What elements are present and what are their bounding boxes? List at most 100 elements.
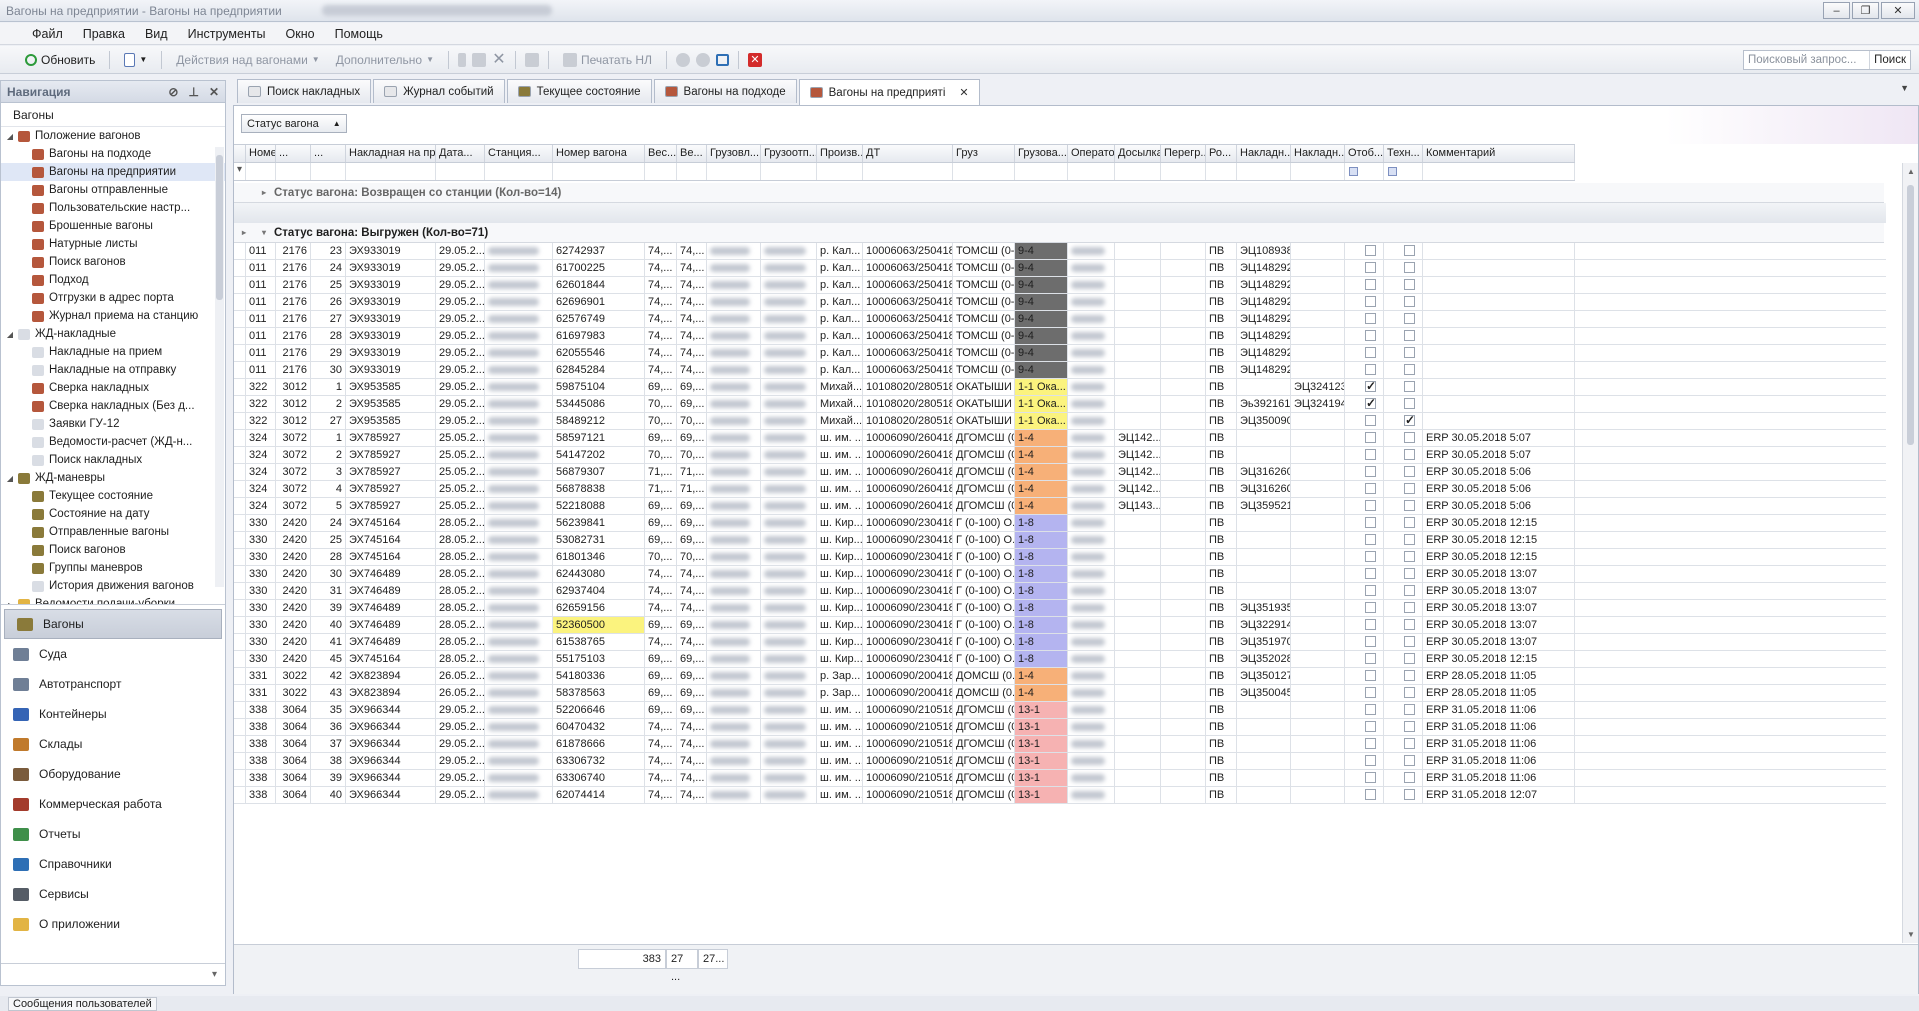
table-cell[interactable]: 1-4 [1015, 430, 1068, 446]
table-cell[interactable]: 54180336 [553, 668, 645, 684]
table-cell[interactable]: 29 [311, 345, 346, 361]
table-cell[interactable]: ПВ [1206, 413, 1237, 429]
table-cell[interactable]: 3012 [276, 396, 311, 412]
table-cell[interactable] [1161, 566, 1206, 582]
table-cell[interactable]: ЭХ746489 [346, 634, 436, 650]
table-cell[interactable]: 2176 [276, 311, 311, 327]
table-row[interactable]: 330 2420 40 ЭХ746489 28.05.2... 52360500 69,..… [234, 617, 1886, 634]
table-cell[interactable]: 74,... [645, 634, 677, 650]
table-cell[interactable] [1161, 736, 1206, 752]
table-cell[interactable]: 55175103 [553, 651, 645, 667]
table-cell[interactable]: ЭЦ350090 [1237, 413, 1291, 429]
table-cell[interactable]: 74,... [645, 260, 677, 276]
table-cell[interactable]: 10006063/250418... [863, 260, 953, 276]
table-cell[interactable] [1068, 583, 1115, 599]
row-checkbox[interactable] [1365, 313, 1376, 324]
table-cell[interactable]: 9-4 [1015, 311, 1068, 327]
table-cell[interactable]: 4 [311, 481, 346, 497]
table-cell[interactable]: ЭХ785927 [346, 498, 436, 514]
table-cell[interactable] [1237, 379, 1291, 395]
row-checkbox[interactable] [1404, 619, 1415, 630]
table-cell[interactable]: ДГОМСШ (0-... [953, 719, 1015, 735]
table-cell[interactable] [1237, 583, 1291, 599]
table-cell[interactable] [707, 277, 761, 293]
row-checkbox[interactable] [1404, 483, 1415, 494]
print-nl-button[interactable]: Печатать НЛ [558, 51, 657, 69]
table-cell[interactable] [761, 617, 817, 633]
table-cell[interactable] [707, 464, 761, 480]
table-cell[interactable]: 10006090/230418... [863, 549, 953, 565]
table-cell[interactable] [1291, 413, 1345, 429]
column-header[interactable]: Накладная на прием [346, 145, 436, 162]
table-cell[interactable] [1115, 328, 1161, 344]
table-cell[interactable]: 011 [246, 277, 276, 293]
table-cell[interactable] [707, 294, 761, 310]
column-header[interactable]: Оператор [1068, 145, 1115, 162]
row-checkbox[interactable] [1365, 653, 1376, 664]
row-checkbox[interactable] [1365, 619, 1376, 630]
table-cell[interactable]: 330 [246, 583, 276, 599]
table-cell[interactable] [485, 447, 553, 463]
table-cell[interactable] [707, 413, 761, 429]
table-cell[interactable] [761, 379, 817, 395]
category-item[interactable]: Отчеты [1, 819, 225, 849]
row-checkbox[interactable] [1365, 602, 1376, 613]
table-cell[interactable] [1161, 549, 1206, 565]
row-checkbox[interactable] [1404, 449, 1415, 460]
table-cell[interactable]: 1 [311, 379, 346, 395]
row-checkbox[interactable] [1365, 466, 1376, 477]
table-cell[interactable]: 10006090/230418... [863, 617, 953, 633]
table-cell[interactable]: 28.05.2... [436, 583, 485, 599]
table-cell[interactable] [1237, 753, 1291, 769]
table-cell[interactable]: 28.05.2... [436, 600, 485, 616]
table-cell[interactable] [707, 498, 761, 514]
table-cell[interactable] [761, 583, 817, 599]
table-cell[interactable]: ш. Кир... [817, 583, 863, 599]
table-cell[interactable]: 011 [246, 311, 276, 327]
table-cell[interactable] [485, 430, 553, 446]
row-checkbox[interactable] [1365, 585, 1376, 596]
table-cell[interactable]: 29.05.2... [436, 345, 485, 361]
table-cell[interactable] [1068, 668, 1115, 684]
table-cell[interactable]: ш. им. ... [817, 787, 863, 803]
tree-item[interactable]: Сверка накладных [1, 379, 225, 397]
table-cell[interactable]: 74,... [677, 328, 707, 344]
table-cell[interactable]: 74,... [677, 719, 707, 735]
table-cell[interactable]: 74,... [645, 243, 677, 259]
table-cell[interactable]: 25.05.2... [436, 498, 485, 514]
table-row[interactable]: 011 2176 24 ЭХ933019 29.05.2... 61700225 74,..… [234, 260, 1886, 277]
table-cell[interactable] [1115, 532, 1161, 548]
table-cell[interactable]: 2420 [276, 617, 311, 633]
table-cell[interactable] [1068, 753, 1115, 769]
table-cell[interactable]: 330 [246, 617, 276, 633]
column-header[interactable]: Станция... [485, 145, 553, 162]
table-cell[interactable]: ERP 31.05.2018 12:07 [1423, 787, 1575, 803]
table-cell[interactable]: ПВ [1206, 345, 1237, 361]
table-cell[interactable]: ДГОМСШ (0-... [953, 481, 1015, 497]
tabs-menu-icon[interactable]: ▼ [1900, 83, 1909, 93]
table-cell[interactable] [1161, 396, 1206, 412]
table-cell[interactable] [1161, 634, 1206, 650]
row-checkbox[interactable] [1365, 296, 1376, 307]
table-cell[interactable] [1423, 311, 1575, 327]
table-cell[interactable] [707, 345, 761, 361]
table-cell[interactable]: ПВ [1206, 328, 1237, 344]
table-cell[interactable]: ЭХ745164 [346, 651, 436, 667]
table-cell[interactable] [761, 634, 817, 650]
filter-cell[interactable] [677, 163, 707, 180]
table-cell[interactable] [1423, 345, 1575, 361]
category-item[interactable]: Коммерческая работа [1, 789, 225, 819]
table-cell[interactable]: 10006090/260418... [863, 430, 953, 446]
search-button[interactable]: Поиск [1869, 51, 1910, 69]
table-cell[interactable]: 1-1 Ока... [1015, 396, 1068, 412]
table-cell[interactable]: 74,... [677, 277, 707, 293]
table-cell[interactable]: ЭХ746489 [346, 600, 436, 616]
table-cell[interactable]: 74,... [677, 362, 707, 378]
table-cell[interactable] [485, 515, 553, 531]
table-cell[interactable] [1291, 753, 1345, 769]
table-row[interactable]: 330 2420 31 ЭХ746489 28.05.2... 62937404 74,..… [234, 583, 1886, 600]
table-cell[interactable] [1291, 430, 1345, 446]
row-checkbox[interactable] [1365, 772, 1376, 783]
filter-cell[interactable] [953, 163, 1015, 180]
chevron-down-icon[interactable]: ▾ [254, 228, 274, 237]
